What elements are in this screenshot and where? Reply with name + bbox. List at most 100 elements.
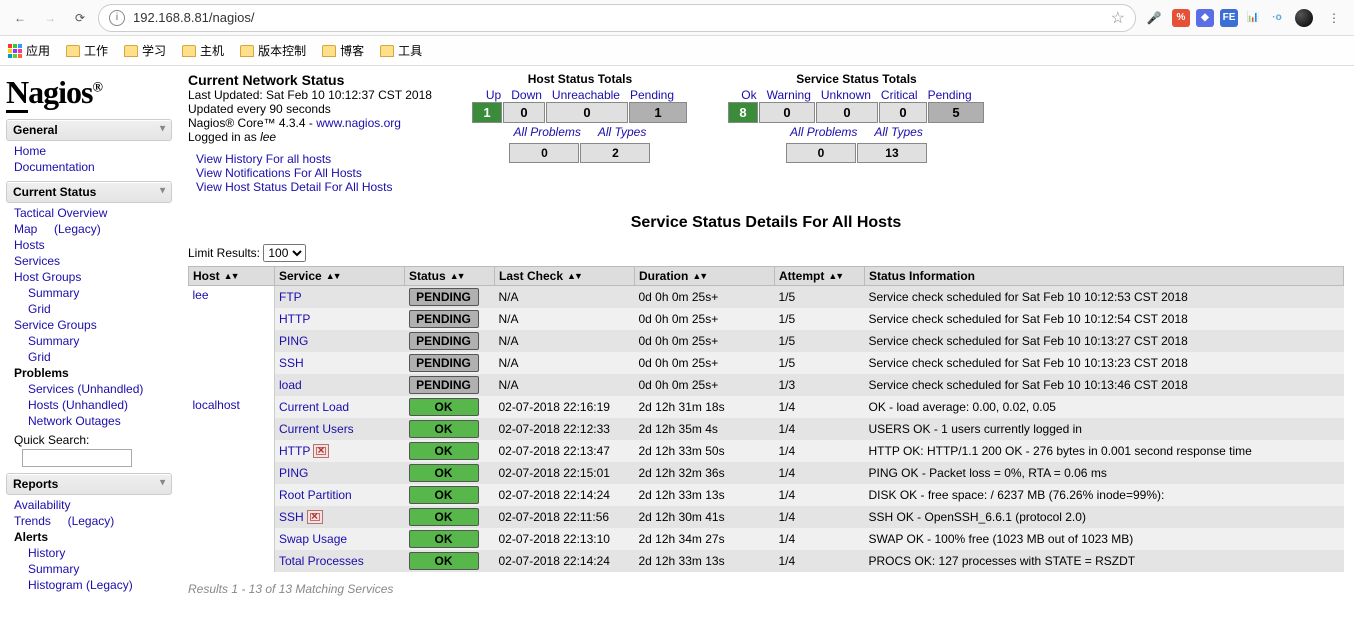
- nav-item[interactable]: Summary: [14, 285, 172, 301]
- col-header[interactable]: Duration▲▼: [635, 267, 775, 286]
- ht-value[interactable]: 1: [629, 102, 687, 123]
- nav-item[interactable]: Grid: [14, 301, 172, 317]
- bookmark-item[interactable]: 学习: [124, 42, 166, 59]
- nav-item[interactable]: Hosts: [14, 237, 172, 253]
- ht-all-problems-value[interactable]: 0: [509, 143, 579, 163]
- ext-icon-2[interactable]: ◆: [1196, 9, 1214, 27]
- nav-item[interactable]: Documentation: [14, 159, 172, 175]
- ht-value[interactable]: 1: [472, 102, 502, 123]
- st-header[interactable]: Critical: [876, 88, 923, 102]
- st-value[interactable]: 5: [928, 102, 984, 123]
- ht-all-problems-label[interactable]: All Problems: [506, 125, 589, 139]
- site-info-icon[interactable]: i: [109, 10, 125, 26]
- limit-select[interactable]: 100: [263, 244, 306, 262]
- ht-header[interactable]: Up: [481, 88, 506, 102]
- nav-item[interactable]: History: [14, 545, 172, 561]
- st-all-problems-value[interactable]: 0: [786, 143, 856, 163]
- ht-all-types-label[interactable]: All Types: [590, 125, 654, 139]
- service-link[interactable]: PING: [279, 334, 308, 348]
- nav-item[interactable]: Host Groups: [14, 269, 172, 285]
- service-link[interactable]: FTP: [279, 290, 302, 304]
- bookmarks-apps[interactable]: 应用: [8, 42, 50, 59]
- st-header[interactable]: Ok: [736, 88, 761, 102]
- ext-icon-4[interactable]: 📊: [1244, 9, 1262, 27]
- st-header[interactable]: Pending: [923, 88, 977, 102]
- st-value[interactable]: 0: [759, 102, 815, 123]
- nav-back-button[interactable]: ←: [8, 6, 32, 30]
- address-bar[interactable]: i 192.168.8.81/nagios/ ☆: [98, 4, 1136, 32]
- st-value[interactable]: 0: [816, 102, 878, 123]
- bookmark-item[interactable]: 工具: [380, 42, 422, 59]
- ht-value[interactable]: 0: [546, 102, 628, 123]
- host-link[interactable]: lee: [193, 288, 209, 302]
- col-header[interactable]: Last Check▲▼: [495, 267, 635, 286]
- cns-link[interactable]: View Notifications For All Hosts: [196, 166, 432, 180]
- cns-link[interactable]: View History For all hosts: [196, 152, 432, 166]
- service-link[interactable]: Current Load: [279, 400, 349, 414]
- bookmark-item[interactable]: 主机: [182, 42, 224, 59]
- ext-icon-3[interactable]: FE: [1220, 9, 1238, 27]
- st-all-types-label[interactable]: All Types: [866, 125, 930, 139]
- st-header[interactable]: Unknown: [816, 88, 876, 102]
- nav-item[interactable]: Histogram (Legacy): [14, 577, 172, 593]
- nav-section-reports[interactable]: Reports: [6, 473, 172, 495]
- nav-item[interactable]: Hosts (Unhandled): [14, 397, 172, 413]
- service-link[interactable]: HTTP: [279, 312, 310, 326]
- nav-item[interactable]: Services (Unhandled): [14, 381, 172, 397]
- nav-item[interactable]: Tactical Overview: [14, 205, 172, 221]
- nav-item[interactable]: Service Groups: [14, 317, 172, 333]
- service-link[interactable]: Total Processes: [279, 554, 364, 568]
- ht-header[interactable]: Pending: [625, 88, 679, 102]
- nav-item[interactable]: Trends (Legacy): [14, 513, 172, 529]
- st-header[interactable]: Warning: [762, 88, 816, 102]
- service-link[interactable]: SSH: [279, 510, 304, 524]
- host-link[interactable]: localhost: [193, 398, 240, 412]
- nav-item[interactable]: Summary: [14, 333, 172, 349]
- st-all-problems-label[interactable]: All Problems: [782, 125, 865, 139]
- col-header[interactable]: Attempt▲▼: [775, 267, 865, 286]
- service-link[interactable]: load: [279, 378, 302, 392]
- nav-section-general[interactable]: General: [6, 119, 172, 141]
- nav-reload-button[interactable]: ⟳: [68, 6, 92, 30]
- service-link[interactable]: Swap Usage: [279, 532, 347, 546]
- profile-avatar[interactable]: [1292, 6, 1316, 30]
- col-header[interactable]: Status▲▼: [405, 267, 495, 286]
- bookmark-item[interactable]: 版本控制: [240, 42, 306, 59]
- st-value[interactable]: 0: [879, 102, 927, 123]
- col-header[interactable]: Service▲▼: [275, 267, 405, 286]
- nav-item[interactable]: Home: [14, 143, 172, 159]
- nav-section-current-status[interactable]: Current Status: [6, 181, 172, 203]
- ht-value[interactable]: 0: [503, 102, 545, 123]
- browser-menu-icon[interactable]: ⋮: [1322, 6, 1346, 30]
- ext-icon-5[interactable]: ·o: [1268, 9, 1286, 27]
- st-all-types-value[interactable]: 13: [857, 143, 927, 163]
- nav-forward-button[interactable]: →: [38, 6, 62, 30]
- nav-item[interactable]: Map (Legacy): [14, 221, 172, 237]
- cell-service: SSH: [275, 506, 405, 528]
- service-link[interactable]: HTTP: [279, 444, 310, 458]
- ht-all-types-value[interactable]: 2: [580, 143, 650, 163]
- cns-link[interactable]: View Host Status Detail For All Hosts: [196, 180, 432, 194]
- st-value[interactable]: 8: [728, 102, 758, 123]
- bookmark-star-icon[interactable]: ☆: [1111, 8, 1125, 28]
- address-bar-url: 192.168.8.81/nagios/: [133, 10, 254, 25]
- nav-item[interactable]: Services: [14, 253, 172, 269]
- mic-icon[interactable]: 🎤: [1142, 6, 1166, 30]
- bookmark-item[interactable]: 工作: [66, 42, 108, 59]
- service-link[interactable]: Root Partition: [279, 488, 352, 502]
- ht-header[interactable]: Unreachable: [547, 88, 625, 102]
- bookmark-item[interactable]: 博客: [322, 42, 364, 59]
- nav-item[interactable]: Grid: [14, 349, 172, 365]
- quick-search-input[interactable]: [22, 449, 132, 467]
- nav-item[interactable]: Summary: [14, 561, 172, 577]
- nav-item[interactable]: Availability: [14, 497, 172, 513]
- nagios-org-link[interactable]: www.nagios.org: [316, 116, 401, 130]
- service-link[interactable]: SSH: [279, 356, 304, 370]
- service-link[interactable]: Current Users: [279, 422, 354, 436]
- ht-header[interactable]: Down: [506, 88, 547, 102]
- service-link[interactable]: PING: [279, 466, 308, 480]
- col-header[interactable]: Host▲▼: [189, 267, 275, 286]
- col-header[interactable]: Status Information: [865, 267, 1344, 286]
- ext-icon-1[interactable]: %: [1172, 9, 1190, 27]
- nav-item[interactable]: Network Outages: [14, 413, 172, 429]
